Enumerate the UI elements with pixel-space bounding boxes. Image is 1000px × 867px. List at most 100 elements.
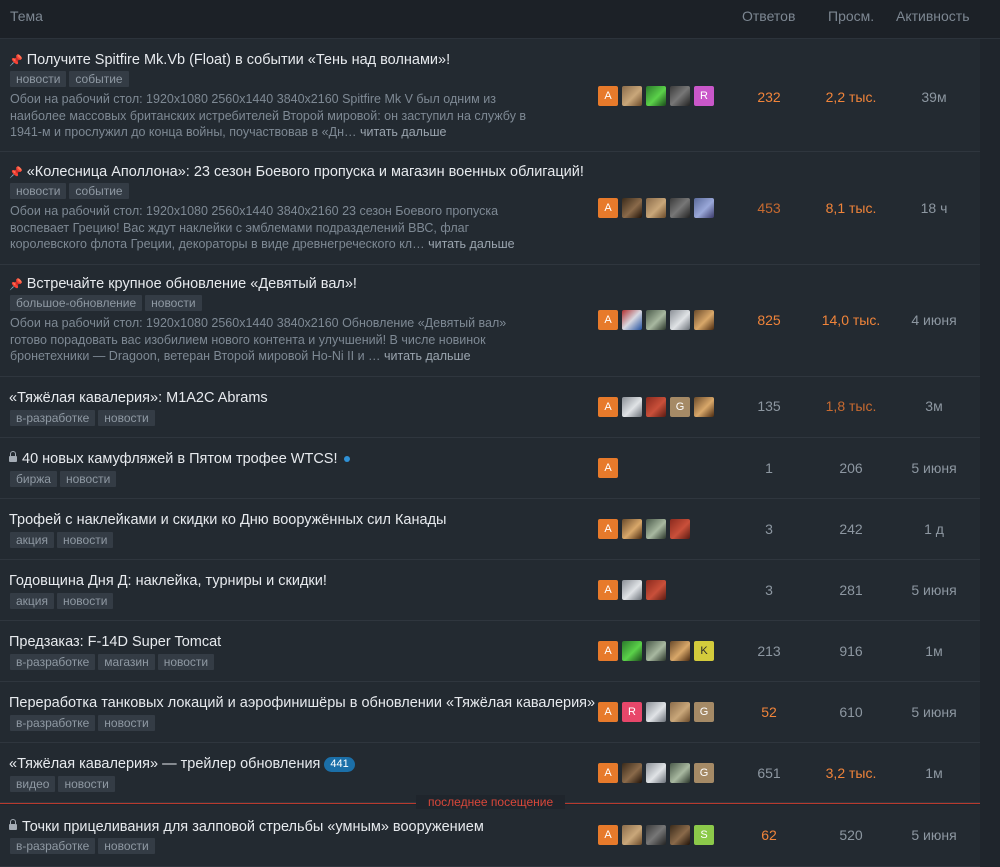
avatar[interactable]: A: [598, 458, 618, 478]
tag-link[interactable]: в-разработке: [10, 715, 96, 731]
column-header-topic[interactable]: Тема: [10, 8, 43, 24]
reply-count[interactable]: 62: [730, 827, 808, 843]
avatar[interactable]: [622, 519, 642, 539]
topic-row[interactable]: Предзаказ: F-14D Super Tomcat в-разработк…: [0, 621, 980, 682]
topic-title-link[interactable]: «Тяжёлая кавалерия» — трейлер обновления: [9, 756, 320, 772]
last-activity[interactable]: 1м: [896, 643, 972, 659]
avatar[interactable]: A: [598, 198, 618, 218]
last-activity[interactable]: 5 июня: [896, 704, 972, 720]
tag-link[interactable]: в-разработке: [10, 654, 96, 670]
avatar[interactable]: [622, 763, 642, 783]
avatar[interactable]: R: [694, 86, 714, 106]
reply-count[interactable]: 213: [730, 643, 808, 659]
avatar[interactable]: G: [694, 702, 714, 722]
avatar[interactable]: G: [670, 397, 690, 417]
tag-link[interactable]: новости: [98, 715, 155, 731]
avatar[interactable]: A: [598, 641, 618, 661]
avatar[interactable]: [646, 580, 666, 600]
topic-title-link[interactable]: «Колесница Аполлона»: 23 сезон Боевого п…: [27, 164, 584, 180]
tag-link[interactable]: новости: [57, 593, 114, 609]
avatar[interactable]: [670, 86, 690, 106]
avatar[interactable]: G: [694, 763, 714, 783]
topic-title-link[interactable]: Трофей с наклейками и скидки ко Дню воор…: [9, 512, 446, 528]
avatar[interactable]: [694, 198, 714, 218]
last-activity[interactable]: 18 ч: [896, 200, 972, 216]
reply-count[interactable]: 825: [730, 312, 808, 328]
tag-link[interactable]: в-разработке: [10, 838, 96, 854]
last-activity[interactable]: 3м: [896, 398, 972, 414]
topic-title-link[interactable]: Получите Spitfire Mk.Vb (Float) в событи…: [27, 52, 450, 68]
tag-link[interactable]: новости: [157, 654, 215, 670]
avatar[interactable]: A: [598, 702, 618, 722]
avatar[interactable]: [670, 310, 690, 330]
tag-link[interactable]: новости: [10, 183, 67, 199]
new-posts-badge[interactable]: 441: [324, 757, 355, 772]
avatar[interactable]: A: [598, 310, 618, 330]
column-header-replies[interactable]: Ответов: [742, 8, 795, 24]
topic-row[interactable]: 📌 Встречайте крупное обновление «Девятый …: [0, 265, 980, 377]
tag-link[interactable]: событие: [69, 183, 129, 199]
tag-link[interactable]: магазин: [98, 654, 155, 670]
avatar[interactable]: [622, 86, 642, 106]
last-activity[interactable]: 5 июня: [896, 582, 972, 598]
column-header-activity[interactable]: Активность: [896, 8, 970, 24]
reply-count[interactable]: 3: [730, 521, 808, 537]
avatar[interactable]: A: [598, 763, 618, 783]
topic-row[interactable]: Точки прицеливания для залповой стрельбы…: [0, 805, 980, 867]
avatar[interactable]: [622, 198, 642, 218]
avatar[interactable]: [694, 397, 714, 417]
avatar[interactable]: S: [694, 825, 714, 845]
topic-title-link[interactable]: Переработка танковых локаций и аэрофиниш…: [9, 695, 595, 711]
reply-count[interactable]: 3: [730, 582, 808, 598]
topic-row[interactable]: 📌 «Колесница Аполлона»: 23 сезон Боевого …: [0, 152, 980, 265]
topic-row[interactable]: 40 новых камуфляжей в Пятом трофее WTCS!…: [0, 438, 980, 499]
read-more-link[interactable]: читать дальше: [428, 237, 515, 251]
tag-link[interactable]: видео: [10, 776, 56, 792]
last-activity[interactable]: 5 июня: [896, 460, 972, 476]
avatar[interactable]: [646, 86, 666, 106]
avatar[interactable]: [694, 310, 714, 330]
avatar[interactable]: A: [598, 519, 618, 539]
topic-title-link[interactable]: Предзаказ: F-14D Super Tomcat: [9, 634, 221, 650]
topic-row[interactable]: «Тяжёлая кавалерия» — трейлер обновления…: [0, 743, 980, 803]
topic-title-link[interactable]: Встречайте крупное обновление «Девятый в…: [27, 276, 357, 292]
read-more-link[interactable]: читать дальше: [360, 125, 447, 139]
avatar[interactable]: [646, 310, 666, 330]
topic-row[interactable]: «Тяжёлая кавалерия»: M1A2C Abrams в-разра…: [0, 377, 980, 438]
tag-link[interactable]: биржа: [10, 471, 57, 487]
topic-row[interactable]: Трофей с наклейками и скидки ко Дню воор…: [0, 499, 980, 560]
last-activity[interactable]: 1 д: [896, 521, 972, 537]
avatar[interactable]: [622, 641, 642, 661]
tag-link[interactable]: новости: [98, 838, 155, 854]
last-activity[interactable]: 39м: [896, 89, 972, 105]
avatar[interactable]: [646, 397, 666, 417]
avatar[interactable]: [622, 825, 642, 845]
topic-row[interactable]: 📌 Получите Spitfire Mk.Vb (Float) в событ…: [0, 39, 980, 152]
avatar[interactable]: [646, 198, 666, 218]
avatar[interactable]: A: [598, 397, 618, 417]
avatar[interactable]: [670, 641, 690, 661]
avatar[interactable]: [670, 519, 690, 539]
tag-link[interactable]: в-разработке: [10, 410, 96, 426]
tag-link[interactable]: новости: [145, 295, 202, 311]
topic-title-link[interactable]: 40 новых камуфляжей в Пятом трофее WTCS!: [22, 451, 338, 467]
avatar[interactable]: R: [622, 702, 642, 722]
last-activity[interactable]: 1м: [896, 765, 972, 781]
avatar[interactable]: [622, 310, 642, 330]
avatar[interactable]: [646, 763, 666, 783]
avatar[interactable]: [622, 397, 642, 417]
avatar[interactable]: [670, 198, 690, 218]
tag-link[interactable]: новости: [98, 410, 155, 426]
avatar[interactable]: [646, 702, 666, 722]
avatar[interactable]: [646, 825, 666, 845]
topic-title-link[interactable]: Точки прицеливания для залповой стрельбы…: [22, 819, 484, 835]
topic-row[interactable]: Годовщина Дня Д: наклейка, турниры и ски…: [0, 560, 980, 621]
topic-title-link[interactable]: «Тяжёлая кавалерия»: M1A2C Abrams: [9, 390, 268, 406]
tag-link[interactable]: событие: [69, 71, 129, 87]
tag-link[interactable]: акция: [10, 593, 54, 609]
tag-link[interactable]: новости: [59, 471, 117, 487]
avatar[interactable]: [622, 580, 642, 600]
tag-link[interactable]: новости: [10, 71, 67, 87]
reply-count[interactable]: 52: [730, 704, 808, 720]
reply-count[interactable]: 232: [730, 89, 808, 105]
